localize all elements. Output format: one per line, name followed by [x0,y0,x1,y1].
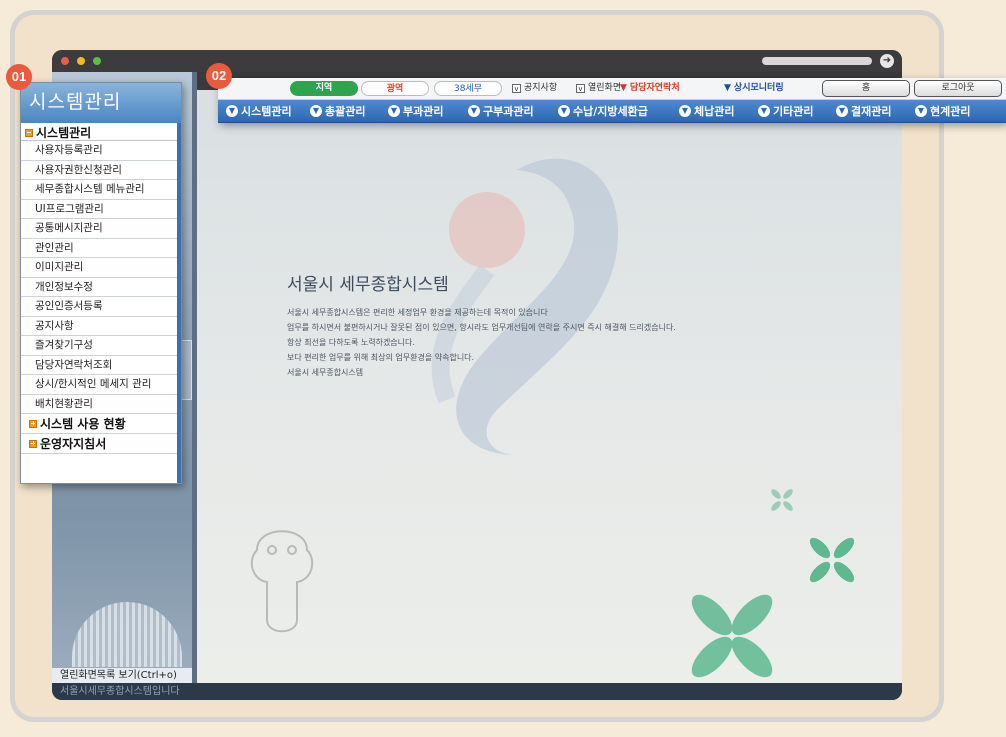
menu-item[interactable]: 공통메시지관리 [21,219,181,239]
nav-label: 구부과관리 [483,105,534,118]
haetae-illustration [250,530,314,633]
nav-label: 체납관리 [694,105,735,118]
nav-etc[interactable]: ▼ 기타관리 [758,103,813,119]
triangle-down-icon: ▼ [724,83,731,93]
notice-label: 공지사항 [524,83,558,93]
nav-label: 총괄관리 [325,105,366,118]
menu-item[interactable]: 공인인증서등록 [21,297,181,317]
clover-icon [809,537,855,583]
collapse-icon [25,128,33,137]
nav-levy[interactable]: ▼ 부과관리 [388,103,443,119]
menu-group-usage[interactable]: 시스템 사용 현황 [21,414,181,434]
nav-label: 현계관리 [930,105,971,118]
chevron-down-icon: ▼ [758,105,770,117]
nav-label: 결재관리 [851,105,892,118]
menu-group-label: 운영자지침서 [40,437,107,451]
callout-badge-01: 01 [6,64,32,90]
menu-item[interactable]: 담당자연락처조회 [21,356,181,375]
menu-item[interactable]: 사용자등록관리 [21,141,181,161]
menu-group-system[interactable]: 시스템관리 [21,123,181,141]
top-utility-bar: 지역 광역 38세무 v 공지사항 v 열린화면 ▼ 담당자연락처 ▼ 상시모니… [218,78,1006,100]
menu-item[interactable]: 즐겨찾기구성 [21,336,181,356]
nav-payment[interactable]: ▼ 수납/지방세환급 [558,103,648,119]
tab-metro[interactable]: 광역 [361,81,429,96]
menu-group-label: 시스템 사용 현황 [40,417,126,431]
welcome-line: 업무를 하시면서 불편하시거나 잘못된 점이 있으면, 항시라도 업무개선팀에 … [287,323,676,332]
menu-item[interactable]: 사용자권한신청관리 [21,161,181,180]
nav-general[interactable]: ▼ 총괄관리 [310,103,365,119]
minimize-window-icon[interactable] [77,57,85,65]
top-navigation: 지역 광역 38세무 v 공지사항 v 열린화면 ▼ 담당자연락처 ▼ 상시모니… [218,78,1006,123]
welcome-line: 서울시 세무종합시스템은 편리한 세정업무 환경을 제공하는데 목적이 있습니다 [287,308,548,317]
menu-item[interactable]: 세무종합시스템 메뉴관리 [21,180,181,200]
close-window-icon[interactable] [61,57,69,65]
nav-arrears[interactable]: ▼ 체납관리 [679,103,734,119]
chevron-down-icon: ▼ [679,105,691,117]
menu-item[interactable]: 이미지관리 [21,258,181,278]
contact-link[interactable]: ▼ 담당자연락처 [620,82,680,95]
welcome-line: 서울시 세무종합시스템 [287,368,364,377]
triangle-down-icon: ▼ [620,83,627,93]
nav-current[interactable]: ▼ 현계관리 [915,103,970,119]
tab-38-tax[interactable]: 38세무 [434,81,502,96]
tab-region[interactable]: 지역 [290,81,358,96]
menu-item[interactable]: 배치현황관리 [21,395,181,414]
menu-panel-title: 시스템관리 [21,83,181,123]
maximize-window-icon[interactable] [93,57,101,65]
nav-old-levy[interactable]: ▼ 구부과관리 [468,103,534,119]
expand-icon [29,439,37,448]
expand-icon [29,419,37,428]
monitor-label: 상시모니터링 [733,83,784,93]
go-arrow-icon[interactable]: ➜ [880,54,894,68]
chevron-down-icon: ▼ [388,105,400,117]
welcome-title: 서울시 세무종합시스템 [287,275,449,295]
chevron-down-icon: ▼ [558,105,570,117]
nav-label: 부과관리 [403,105,444,118]
menu-item[interactable]: 관인관리 [21,239,181,258]
nav-label: 시스템관리 [241,105,292,118]
system-menu-panel: 시스템관리 시스템관리 사용자등록관리 사용자권한신청관리 세무종합시스템 메뉴… [20,82,182,484]
menu-group-guide[interactable]: 운영자지침서 [21,434,181,454]
clover-icon [771,489,793,511]
clover-icon [691,594,773,678]
chevron-down-icon: ▼ [310,105,322,117]
dropdown-check-icon: v [576,84,585,93]
welcome-text: 서울시 세무종합시스템은 편리한 세정업무 환경을 제공하는데 목적이 있습니다… [287,305,847,380]
status-bar: 서울시세무종합시스템입니다 [52,683,902,700]
open-screen-label: 열린화면 [588,83,622,93]
chevron-down-icon: ▼ [226,105,238,117]
menu-group-label: 시스템관리 [36,126,92,140]
dropdown-check-icon: v [512,84,521,93]
home-button[interactable]: 홈 [822,80,910,97]
nav-system[interactable]: ▼ 시스템관리 [226,103,292,119]
notice-link[interactable]: v 공지사항 [512,82,557,95]
main-content: 서울시 세무종합시스템 서울시 세무종합시스템은 편리한 세정업무 환경을 제공… [197,90,902,683]
browser-titlebar: ➜ [52,50,902,72]
address-bar[interactable] [762,57,872,65]
nav-approval[interactable]: ▼ 결재관리 [836,103,891,119]
open-screen-list-button[interactable]: 열린화면목록 보기(Ctrl+o) [52,667,192,683]
nav-label: 수납/지방세환급 [573,105,648,118]
menu-item[interactable]: UI프로그램관리 [21,200,181,219]
menu-item[interactable]: 공지사항 [21,317,181,336]
logout-button[interactable]: 로그아웃 [914,80,1002,97]
open-screen-link[interactable]: v 열린화면 [576,82,621,95]
menu-item[interactable]: 상시/한시적인 메세지 관리 [21,375,181,395]
callout-badge-02: 02 [206,63,232,89]
menu-scrollbar[interactable] [177,123,181,483]
welcome-line: 항상 최선을 다하도록 노력하겠습니다. [287,338,415,347]
menu-item[interactable]: 개인정보수정 [21,278,181,297]
nav-label: 기타관리 [773,105,814,118]
chevron-down-icon: ▼ [468,105,480,117]
welcome-line: 보다 편리한 업무를 위해 최상의 업무환경을 약속합니다. [287,353,475,362]
chevron-down-icon: ▼ [836,105,848,117]
chevron-down-icon: ▼ [915,105,927,117]
contact-label: 담당자연락처 [629,83,680,93]
monitor-link[interactable]: ▼ 상시모니터링 [724,82,784,95]
main-nav-bar: ▼ 시스템관리 ▼ 총괄관리 ▼ 부과관리 ▼ 구부과관리 ▼ 수납/지방세환급 ▼ 체납관… [218,100,1006,123]
